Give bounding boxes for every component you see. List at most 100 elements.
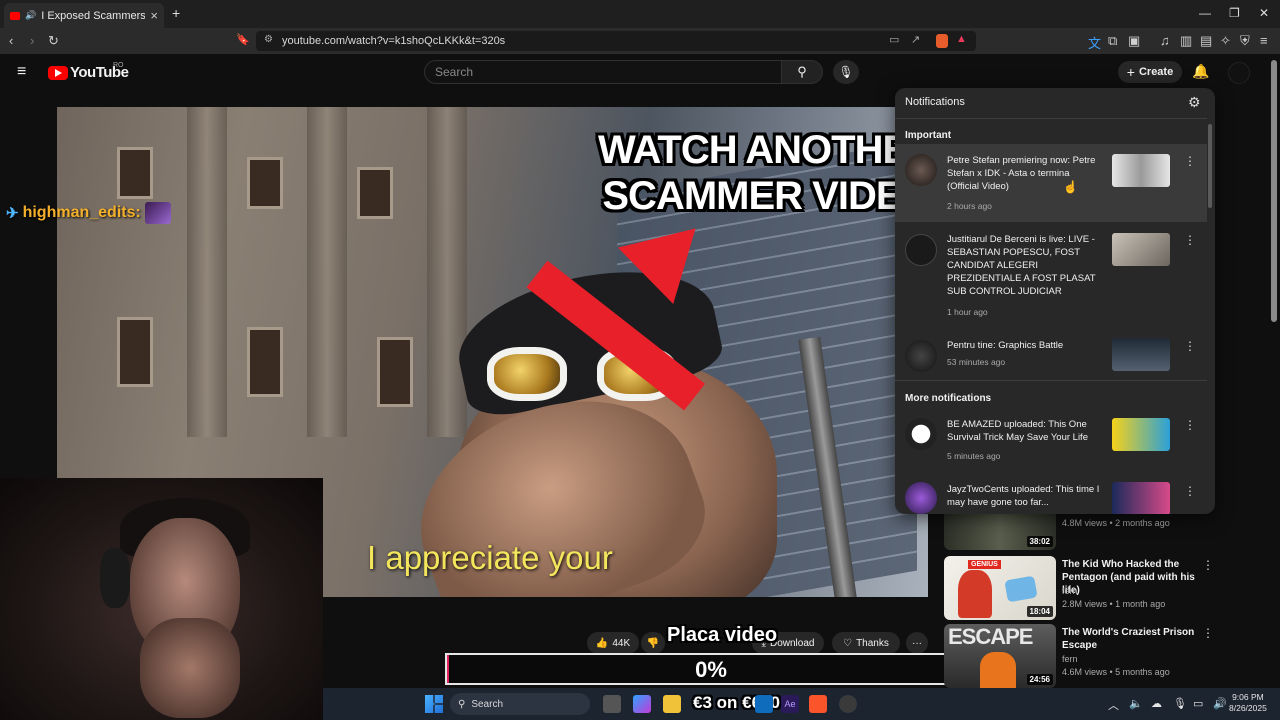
speaker-tray-icon[interactable]: 🔊 — [1213, 697, 1227, 710]
dislike-button[interactable]: 👎 — [641, 632, 665, 654]
minimize-button[interactable]: — — [1199, 6, 1211, 20]
media-icon[interactable]: ♫ — [1160, 33, 1170, 48]
building-window — [117, 147, 153, 199]
channel-avatar[interactable] — [905, 418, 937, 450]
tab-close-icon[interactable]: × — [150, 8, 158, 23]
after-effects-icon[interactable]: Ae — [781, 695, 799, 713]
search-button[interactable]: ⚲ — [781, 60, 823, 84]
like-button[interactable]: 👍 44K — [587, 632, 639, 654]
notification-thumbnail[interactable] — [1112, 338, 1170, 371]
brave-rewards-icon[interactable]: ▲ — [956, 33, 967, 45]
notification-thumbnail[interactable] — [1112, 418, 1170, 451]
site-info-icon[interactable]: ⚙ — [264, 34, 273, 45]
obs-icon[interactable] — [839, 695, 857, 713]
file-explorer-icon[interactable] — [663, 695, 681, 713]
notifications-bell-icon[interactable]: 🔔 — [1192, 63, 1209, 80]
menu-icon[interactable]: ≡ — [1260, 33, 1268, 48]
recommendation-thumbnail[interactable]: ESCAPE 24:56 — [944, 624, 1056, 688]
notification-item[interactable]: Pentru tine: Graphics Battle 53 minutes … — [895, 328, 1207, 378]
url-bar[interactable]: ⚙ youtube.com/watch?v=k1shoQcLKKk&t=320s… — [256, 31, 976, 51]
notification-item[interactable]: Justitiarul De Berceni is live: LIVE - S… — [895, 224, 1207, 324]
brave-shield-icon[interactable] — [936, 34, 948, 48]
region-code: RO — [113, 62, 124, 69]
restore-button[interactable]: ❐ — [1229, 6, 1240, 20]
share-icon[interactable]: ↗ — [911, 33, 920, 46]
recommendation-thumbnail[interactable]: GENIUS 18:04 — [944, 556, 1056, 620]
reload-icon[interactable]: ↻ — [48, 33, 59, 49]
video-overlay-title: WATCH ANOTHER SCAMMER VIDEO — [597, 127, 928, 219]
new-tab-button[interactable]: + — [172, 5, 180, 21]
notification-thumbnail[interactable] — [1112, 233, 1170, 266]
thanks-button[interactable]: ♡ Thanks — [832, 632, 900, 654]
extensions-icon[interactable]: ⧉ — [1108, 33, 1117, 49]
notifications-scrollbar[interactable] — [1208, 124, 1212, 208]
browser-tab[interactable]: 🔊 I Exposed Scammers in NYC! × — [4, 3, 164, 28]
hamburger-menu-icon[interactable]: ≡ — [17, 63, 26, 81]
channel-avatar[interactable] — [905, 154, 937, 186]
recommendation-title[interactable]: The World's Craziest Prison Escape — [1062, 626, 1207, 652]
notification-item[interactable]: Petre Stefan premiering now: Petre Stefa… — [895, 144, 1207, 222]
close-window-button[interactable]: ✕ — [1259, 6, 1269, 20]
more-options-icon[interactable]: ⋮ — [1184, 154, 1196, 168]
task-view-icon[interactable] — [603, 695, 621, 713]
taskbar-clock[interactable]: 9:06 PM 8/26/2025 — [1229, 692, 1267, 714]
tray-overflow-icon[interactable]: ︿ — [1108, 697, 1119, 713]
outlook-icon[interactable] — [755, 695, 773, 713]
clock-time: 9:06 PM — [1232, 692, 1264, 702]
create-button[interactable]: + Create — [1118, 61, 1182, 83]
more-options-icon[interactable]: ⋮ — [1184, 339, 1196, 353]
more-options-icon[interactable]: ⋮ — [1202, 558, 1214, 572]
youtube-logo-icon[interactable] — [48, 66, 68, 80]
recommendation-title[interactable]: The Kid Who Hacked the Pentagon (and pai… — [1062, 558, 1207, 597]
notification-item[interactable]: JayzTwoCents uploaded: This time I may h… — [895, 478, 1207, 514]
channel-avatar[interactable] — [905, 234, 937, 266]
microphone-tray-icon[interactable]: 🎙 — [1173, 697, 1187, 710]
notifications-panel: Notifications ⚙ Important Petre Stefan p… — [895, 88, 1215, 514]
copilot-icon[interactable] — [633, 695, 651, 713]
notification-text: Justitiarul De Berceni is live: LIVE - S… — [947, 234, 1096, 297]
recommendation-item[interactable]: ESCAPE 24:56 The World's Craziest Prison… — [944, 624, 1274, 690]
taskbar-search[interactable]: ⚲ Search — [450, 693, 590, 715]
leo-ai-icon[interactable]: ✧ — [1220, 33, 1231, 49]
notification-settings-gear-icon[interactable]: ⚙ — [1188, 94, 1201, 111]
notification-item[interactable]: BE AMAZED uploaded: This One Survival Tr… — [895, 410, 1207, 470]
more-options-icon[interactable]: ⋮ — [1184, 418, 1196, 432]
like-count: 44K — [612, 637, 631, 649]
notification-time: 53 minutes ago — [947, 357, 1006, 367]
search-input[interactable]: Search — [424, 60, 782, 84]
wallet-icon[interactable]: ▤ — [1200, 33, 1212, 49]
more-options-icon[interactable]: ⋮ — [1184, 233, 1196, 247]
channel-avatar[interactable] — [905, 482, 937, 514]
network-icon[interactable]: ☁ — [1151, 697, 1162, 710]
translate-icon[interactable]: 文 — [1088, 33, 1101, 52]
sidebar-icon[interactable]: ▥ — [1180, 33, 1192, 49]
browser-tab-bar: 🔊 I Exposed Scammers in NYC! × + — ❐ ✕ — [0, 0, 1280, 28]
back-icon[interactable]: ‹ — [9, 33, 13, 48]
recommendation-channel[interactable]: fern — [1062, 586, 1078, 596]
recommendation-channel[interactable]: fern — [1062, 654, 1078, 664]
more-options-icon[interactable]: ⋮ — [1184, 484, 1196, 498]
divider — [895, 380, 1207, 381]
account-avatar[interactable] — [1228, 62, 1250, 84]
recommendation-item[interactable]: GENIUS 18:04 The Kid Who Hacked the Pent… — [944, 556, 1274, 622]
page-scrollbar[interactable] — [1271, 60, 1277, 322]
notification-thumbnail[interactable] — [1112, 482, 1170, 514]
channel-avatar[interactable] — [905, 340, 937, 372]
display-icon[interactable]: ▭ — [1193, 697, 1203, 710]
notification-thumbnail[interactable] — [1112, 154, 1170, 187]
more-actions-button[interactable]: ··· — [906, 632, 928, 654]
windows-start-icon[interactable] — [425, 695, 443, 713]
vpn-icon[interactable]: ⛨ — [1240, 33, 1250, 49]
volume-icon[interactable]: 🔈 — [1129, 697, 1143, 710]
recommendation-meta: 4.8M views • 2 months ago — [1062, 518, 1170, 528]
voice-search-button[interactable]: 🎙 — [833, 60, 859, 84]
overlay-line-1: WATCH ANOTHER — [597, 128, 928, 172]
bookmark-icon[interactable]: 🔖 — [236, 33, 250, 46]
screenshot-icon[interactable]: ▣ — [1128, 33, 1140, 49]
brave-browser-icon[interactable] — [809, 695, 827, 713]
forward-icon[interactable]: › — [30, 33, 34, 48]
thanks-label: Thanks — [856, 637, 889, 649]
more-options-icon[interactable]: ⋮ — [1202, 626, 1214, 640]
cast-icon[interactable]: ▭ — [889, 33, 899, 46]
recommendation-item[interactable]: 38:02 4.8M views • 2 months ago — [944, 504, 1274, 552]
